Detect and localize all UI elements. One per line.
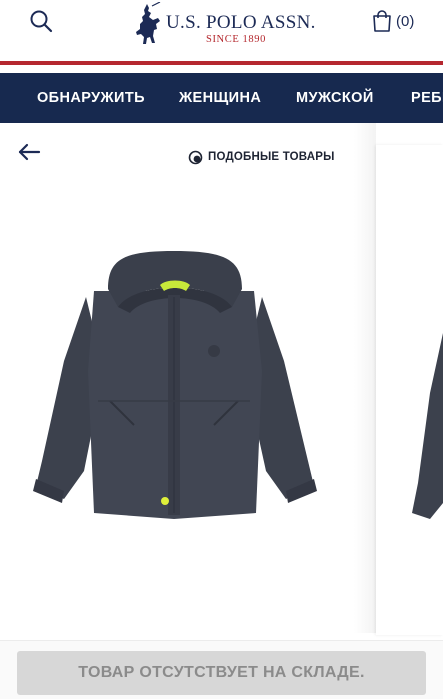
similar-products-label: ПОДОБНЫЕ ТОВАРЫ xyxy=(208,151,335,163)
cart-button[interactable]: (0) xyxy=(372,9,414,33)
arrow-left-icon xyxy=(18,143,41,161)
product-gallery: ПОДОБНЫЕ ТОВАРЫ xyxy=(0,123,443,643)
site-header: U.S. POLO ASSN. SINCE 1890 (0) xyxy=(0,0,443,56)
main-nav: ОБНАРУЖИТЬ ЖЕНЩИНА МУЖСКОЙ РЕБЕНОК xyxy=(0,73,443,123)
cart-count: (0) xyxy=(396,12,415,30)
search-button[interactable] xyxy=(28,8,56,36)
next-product-image[interactable] xyxy=(400,333,443,523)
out-of-stock-button[interactable]: ТОВАР ОТСУТСТВУЕТ НА СКЛАДЕ. xyxy=(17,651,426,695)
nav-item-men[interactable]: МУЖСКОЙ xyxy=(296,73,374,123)
brand-logo[interactable]: U.S. POLO ASSN. SINCE 1890 xyxy=(132,2,322,48)
gallery-divider xyxy=(354,123,376,633)
back-button[interactable] xyxy=(17,142,41,162)
similar-products-button[interactable]: ПОДОБНЫЕ ТОВАРЫ xyxy=(188,148,335,166)
product-image-jacket[interactable] xyxy=(24,251,324,533)
shopping-bag-icon xyxy=(373,10,391,32)
nav-item-women[interactable]: ЖЕНЩИНА xyxy=(179,73,261,123)
brand-stripe-gap xyxy=(0,65,443,70)
bottom-action-bar: ТОВАР ОТСУТСТВУЕТ НА СКЛАДЕ. xyxy=(0,640,443,699)
polo-player-logo-icon xyxy=(136,2,161,44)
nav-item-discover[interactable]: ОБНАРУЖИТЬ xyxy=(37,73,145,123)
nav-item-kids[interactable]: РЕБЕНОК xyxy=(411,73,443,123)
search-icon xyxy=(30,10,53,33)
similar-products-icon xyxy=(188,150,203,164)
brand-since: SINCE 1890 xyxy=(206,34,266,45)
zipper-pull-accent xyxy=(161,497,169,505)
brand-name: U.S. POLO ASSN. xyxy=(166,12,316,33)
